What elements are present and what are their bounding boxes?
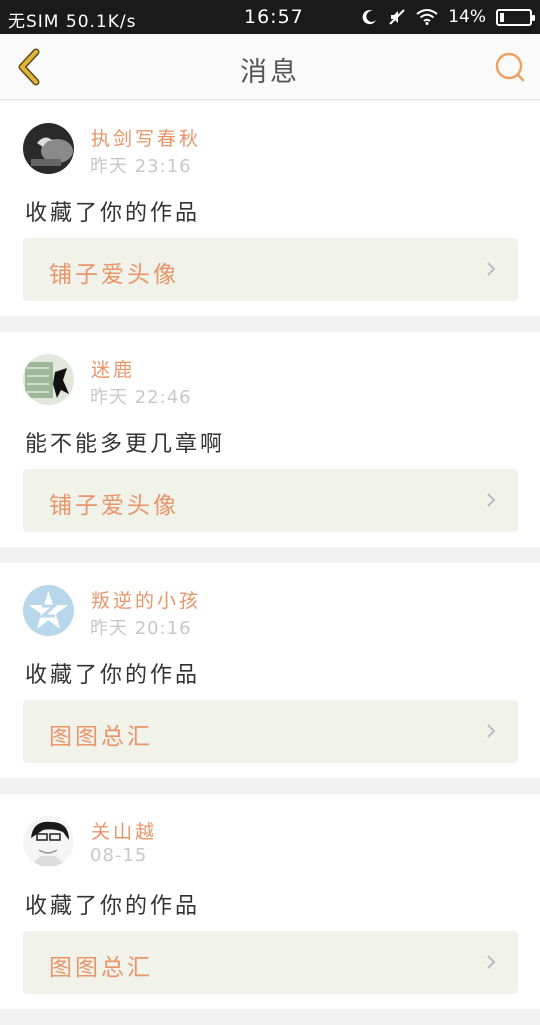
avatar[interactable] [23, 123, 74, 174]
work-link[interactable]: 图图总汇 [23, 931, 518, 994]
message-text: 收藏了你的作品 [25, 663, 201, 688]
moon-icon [362, 10, 377, 25]
work-title: 图图总汇 [49, 724, 153, 750]
work-link[interactable]: 铺子爱头像 [23, 469, 518, 532]
chevron-right-icon [487, 493, 496, 507]
network-speed: 50.1K/s [65, 12, 137, 32]
message-text: 能不能多更几章啊 [25, 432, 226, 457]
search-icon[interactable] [494, 51, 526, 83]
message-text: 收藏了你的作品 [25, 894, 201, 919]
message-time: 昨天 22:46 [90, 387, 192, 408]
charging-icon: ⚡ [509, 10, 517, 24]
message-item: 迷鹿 昨天 22:46 能不能多更几章啊 铺子爱头像 [0, 332, 540, 547]
battery-icon: ⚡ [496, 8, 535, 26]
message-time: 昨天 23:16 [90, 156, 192, 177]
sender-name[interactable]: 关山越 [91, 817, 157, 844]
work-title: 铺子爱头像 [49, 262, 179, 288]
mute-icon [389, 9, 405, 25]
message-time: 昨天 20:16 [90, 618, 192, 639]
sender-name[interactable]: 执剑写春秋 [91, 124, 201, 151]
chevron-right-icon [487, 262, 496, 276]
work-link[interactable]: 铺子爱头像 [23, 238, 518, 301]
carrier-label: 无SIM [8, 12, 60, 32]
message-item: 叛逆的小孩 昨天 20:16 收藏了你的作品 图图总汇 [0, 563, 540, 778]
message-item: 关山越 08-15 收藏了你的作品 图图总汇 [0, 794, 540, 1009]
wifi-icon [416, 9, 438, 25]
work-link[interactable]: 图图总汇 [23, 700, 518, 763]
chevron-right-icon [487, 955, 496, 969]
sender-name[interactable]: 迷鹿 [91, 355, 135, 382]
sender-name[interactable]: 叛逆的小孩 [91, 586, 201, 613]
message-time: 08-15 [90, 845, 148, 866]
status-icons: 14% ⚡ [362, 7, 535, 27]
work-title: 铺子爱头像 [49, 493, 179, 519]
avatar[interactable] [23, 585, 74, 636]
top-nav-bar: 消息 [0, 34, 540, 100]
message-list: 执剑写春秋 昨天 23:16 收藏了你的作品 铺子爱头像 迷鹿 昨天 22:46… [0, 101, 540, 1025]
status-bar: 无SIM 50.1K/s 16:57 14% ⚡ [0, 0, 540, 34]
work-title: 图图总汇 [49, 955, 153, 981]
battery-percent: 14% [448, 7, 486, 27]
page-title: 消息 [240, 57, 300, 88]
message-item: 执剑写春秋 昨天 23:16 收藏了你的作品 铺子爱头像 [0, 101, 540, 316]
carrier-info: 无SIM 50.1K/s [8, 7, 136, 32]
clock: 16:57 [244, 6, 304, 28]
avatar[interactable] [23, 816, 74, 867]
battery-level [500, 12, 504, 22]
chevron-right-icon [487, 724, 496, 738]
avatar[interactable] [23, 354, 74, 405]
message-text: 收藏了你的作品 [25, 201, 201, 226]
